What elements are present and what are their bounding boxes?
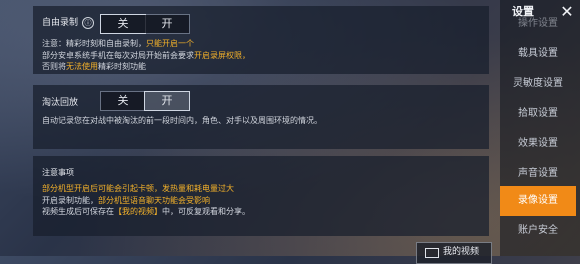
notice-text-part: 开启录制功能， [42, 195, 98, 205]
free-record-note: 注意：精彩时刻和自由录制，只能开启一个 部分安卓系统手机在每次对局开始前会要求开… [42, 38, 250, 73]
note-text: 否则将 [42, 62, 66, 71]
sidebar-item-vehicle[interactable]: 载具设置 [500, 39, 576, 69]
notice-title: 注意事项 [42, 168, 74, 177]
free-record-toggle[interactable]: 关 开 [100, 14, 190, 34]
my-video-button[interactable]: 我的视频 [416, 242, 492, 264]
notice-text-part: 视频生成后可保存在 [42, 207, 114, 216]
elimination-replay-on-option[interactable]: 开 [144, 91, 190, 111]
note-highlight: 开启录屏权限， [194, 50, 250, 60]
video-camera-icon [425, 248, 439, 258]
my-video-label: 我的视频 [443, 247, 480, 257]
settings-title: 设置 [512, 5, 534, 18]
sidebar-item-sound[interactable]: 声音设置 [500, 159, 576, 189]
close-icon[interactable]: ✕ [556, 2, 578, 22]
elimination-replay-label: 淘汰回放 [42, 98, 79, 108]
sidebar-item-effects[interactable]: 效果设置 [500, 129, 576, 159]
free-record-off-option[interactable]: 关 [100, 14, 146, 34]
elimination-replay-toggle[interactable]: 关 开 [100, 91, 190, 111]
note-text: 精彩时刻功能 [98, 62, 146, 71]
elimination-replay-desc: 自动记录您在对战中被淘汰的前一段时间内，角色、对手以及周围环境的情况。 [42, 116, 322, 125]
note-text: 部分安卓系统手机在每次对局开始前会要求 [42, 50, 194, 60]
elimination-replay-off-option[interactable]: 关 [101, 92, 145, 110]
notice-highlight: 【我的视频】 [114, 207, 162, 216]
sidebar-item-account-security[interactable]: 账户安全 [500, 216, 576, 246]
notice-text: 部分机型开启后可能会引起卡顿，发热量和耗电量过大 开启录制功能，部分机型语音聊天… [42, 183, 250, 218]
sidebar-item-pickup[interactable]: 拾取设置 [500, 99, 576, 129]
note-highlight: 无法使用 [66, 62, 98, 71]
notice-text-part: 中，可反复观看和分享。 [162, 207, 250, 216]
notice-line: 部分机型开启后可能会引起卡顿，发热量和耗电量过大 [42, 184, 234, 193]
note-highlight: 只能开启一个 [146, 39, 194, 48]
sidebar-item-recording[interactable]: 录像设置 [500, 186, 576, 216]
sidebar-item-sensitivity[interactable]: 灵敏度设置 [500, 69, 576, 99]
notice-highlight: 部分机型语音聊天功能会受影响 [98, 195, 210, 205]
free-record-label-row: 自由录制 ⓘ [42, 15, 95, 29]
info-icon[interactable]: ⓘ [82, 16, 95, 29]
note-text: 注意：精彩时刻和自由录制， [42, 39, 146, 48]
free-record-label: 自由录制 [42, 18, 79, 28]
free-record-on-option[interactable]: 开 [145, 15, 189, 33]
